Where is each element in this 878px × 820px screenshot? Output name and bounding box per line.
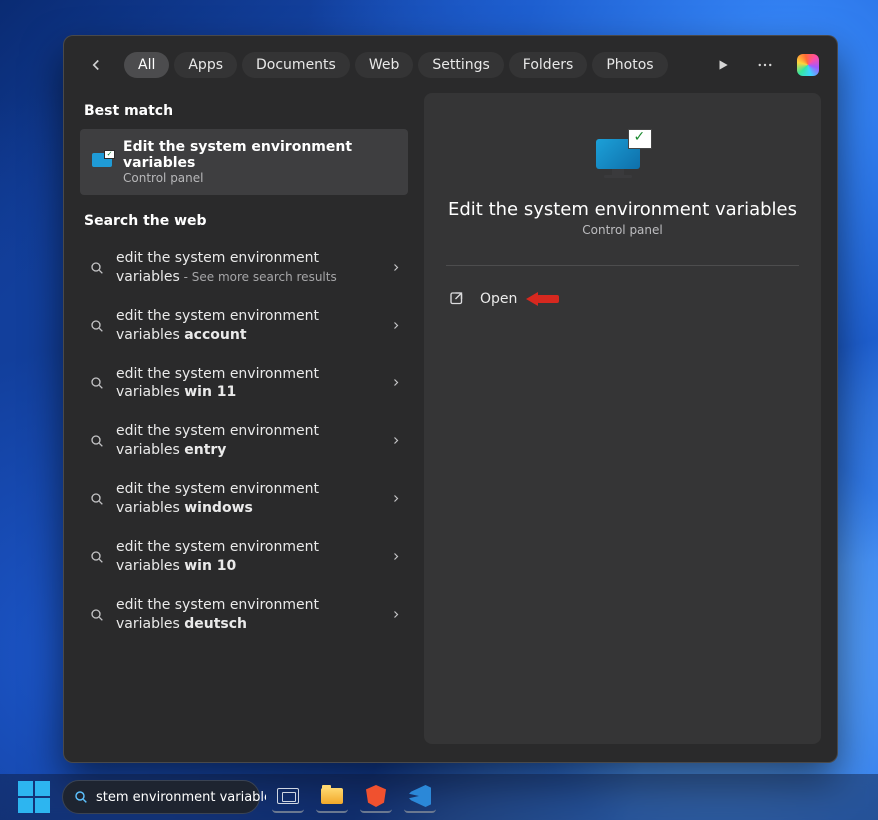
web-result-item[interactable]: edit the system environment variables ac… <box>80 297 408 355</box>
search-icon <box>88 260 106 276</box>
web-result-text: edit the system environment variables wi… <box>116 480 400 518</box>
search-icon <box>73 789 89 805</box>
search-body: Best match ✓ Edit the system environment… <box>64 93 837 762</box>
taskbar-search[interactable] <box>62 780 260 814</box>
web-result-item[interactable]: edit the system environment variables wi… <box>80 355 408 413</box>
best-match-subtitle: Control panel <box>123 171 396 185</box>
chevron-right-icon <box>390 490 402 509</box>
taskbar-search-input[interactable] <box>96 790 266 805</box>
folder-icon <box>321 788 343 804</box>
vscode-icon <box>409 785 431 807</box>
web-result-text: edit the system environment variables de… <box>116 596 400 634</box>
more-options-icon[interactable] <box>755 55 775 75</box>
web-result-text: edit the system environment variables - … <box>116 249 400 287</box>
web-result-item[interactable]: edit the system environment variables en… <box>80 412 408 470</box>
detail-pane: Edit the system environment variables Co… <box>424 93 821 744</box>
task-view-icon <box>277 788 299 804</box>
search-icon <box>88 375 106 391</box>
taskbar-brave[interactable] <box>360 781 392 813</box>
web-result-item[interactable]: edit the system environment variables wi… <box>80 470 408 528</box>
tab-all[interactable]: All <box>124 52 169 78</box>
chevron-right-icon <box>390 547 402 566</box>
search-header: All Apps Documents Web Settings Folders … <box>64 36 837 93</box>
tab-web[interactable]: Web <box>355 52 414 78</box>
results-column: Best match ✓ Edit the system environment… <box>80 93 408 744</box>
best-match-title: Edit the system environment variables <box>123 139 396 171</box>
taskbar-vscode[interactable] <box>404 781 436 813</box>
detail-subtitle: Control panel <box>582 223 662 237</box>
chevron-right-icon <box>390 316 402 335</box>
web-result-text: edit the system environment variables en… <box>116 422 400 460</box>
search-web-label: Search the web <box>84 213 408 229</box>
open-action[interactable]: Open <box>446 284 519 314</box>
system-properties-icon: ✓ <box>92 153 112 171</box>
search-icon <box>88 549 106 565</box>
best-match-item[interactable]: ✓ Edit the system environment variables … <box>80 129 408 195</box>
start-button[interactable] <box>18 781 50 813</box>
web-result-text: edit the system environment variables ac… <box>116 307 400 345</box>
web-result-item[interactable]: edit the system environment variables - … <box>80 239 408 297</box>
copilot-icon[interactable] <box>797 54 819 76</box>
best-match-label: Best match <box>84 103 408 119</box>
tab-settings[interactable]: Settings <box>418 52 503 78</box>
chevron-right-icon <box>390 374 402 393</box>
chevron-right-icon <box>390 605 402 624</box>
search-icon <box>88 607 106 623</box>
search-scope-tabs: All Apps Documents Web Settings Folders … <box>124 52 705 78</box>
preview-toggle-icon[interactable] <box>713 55 733 75</box>
taskbar <box>0 774 878 820</box>
tab-documents[interactable]: Documents <box>242 52 350 78</box>
back-button[interactable] <box>82 51 110 79</box>
chevron-right-icon <box>390 258 402 277</box>
detail-separator <box>446 265 799 266</box>
header-icons <box>713 54 819 76</box>
taskbar-task-view[interactable] <box>272 781 304 813</box>
chevron-right-icon <box>390 432 402 451</box>
search-icon <box>88 318 106 334</box>
tab-folders[interactable]: Folders <box>509 52 588 78</box>
taskbar-file-explorer[interactable] <box>316 781 348 813</box>
web-result-text: edit the system environment variables wi… <box>116 538 400 576</box>
detail-icon <box>594 129 652 177</box>
tab-apps[interactable]: Apps <box>174 52 237 78</box>
open-label: Open <box>480 291 517 307</box>
annotation-arrow-icon <box>526 289 564 309</box>
web-result-text: edit the system environment variables wi… <box>116 365 400 403</box>
search-icon <box>88 433 106 449</box>
web-results-list: edit the system environment variables - … <box>80 239 408 643</box>
open-icon <box>448 290 466 308</box>
detail-title: Edit the system environment variables <box>448 199 797 220</box>
brave-icon <box>366 785 386 807</box>
search-icon <box>88 491 106 507</box>
tab-photos[interactable]: Photos <box>592 52 667 78</box>
start-search-panel: All Apps Documents Web Settings Folders … <box>63 35 838 763</box>
web-result-item[interactable]: edit the system environment variables de… <box>80 586 408 644</box>
web-result-item[interactable]: edit the system environment variables wi… <box>80 528 408 586</box>
